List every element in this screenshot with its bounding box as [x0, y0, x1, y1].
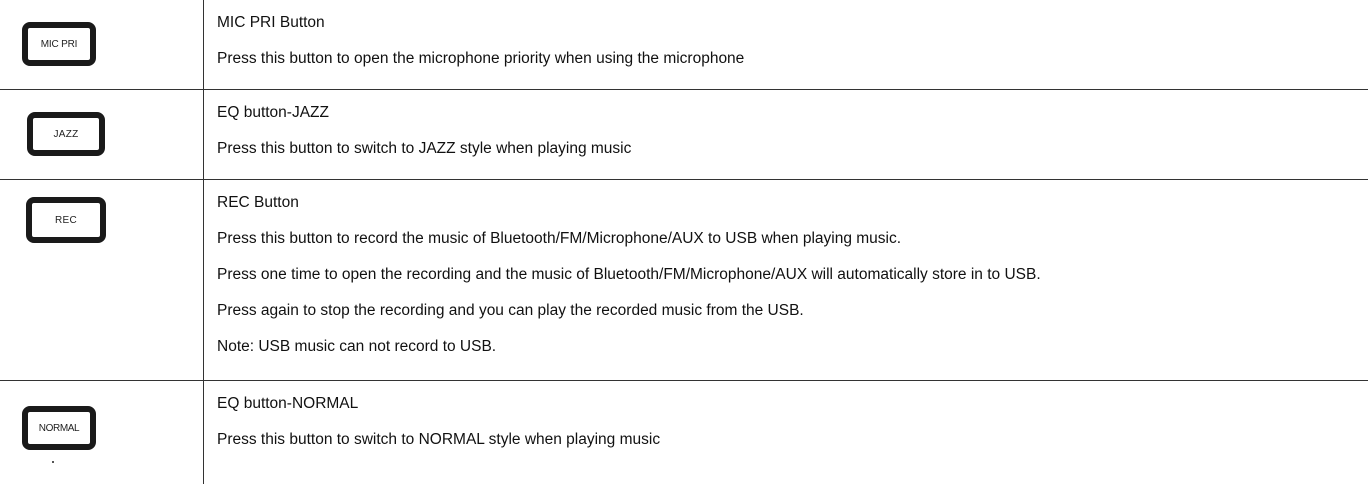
button-illustration-cell: MIC PRI: [0, 0, 204, 89]
mic-pri-button-icon-label: MIC PRI: [40, 38, 78, 50]
button-description-table: MIC PRI MIC PRI Button Press this button…: [0, 0, 1368, 484]
button-illustration-cell: NORMAL: [0, 381, 204, 484]
description-line: Press this button to open the microphone…: [217, 50, 745, 67]
description-line: Press again to stop the recording and yo…: [217, 302, 804, 319]
jazz-button-icon-label: JAZZ: [53, 128, 79, 140]
table-row-jazz: JAZZ EQ button-JAZZ Press this button to…: [0, 90, 1368, 180]
button-illustration-cell: REC: [0, 180, 204, 380]
stray-dot-mark: [52, 461, 54, 463]
description-cell: MIC PRI Button Press this button to open…: [204, 0, 1368, 89]
table-row-mic-pri: MIC PRI MIC PRI Button Press this button…: [0, 0, 1368, 90]
row-title: REC Button: [217, 194, 299, 211]
description-line: Press this button to record the music of…: [217, 230, 902, 247]
description-line: Press this button to switch to NORMAL st…: [217, 431, 661, 448]
mic-pri-button-icon: MIC PRI: [22, 22, 96, 66]
description-cell: EQ button-NORMAL Press this button to sw…: [204, 381, 1368, 484]
description-cell: EQ button-JAZZ Press this button to swit…: [204, 90, 1368, 179]
description-line: Press this button to switch to JAZZ styl…: [217, 140, 632, 157]
table-row-normal: NORMAL EQ button-NORMAL Press this butto…: [0, 381, 1368, 484]
table-row-rec: REC REC Button Press this button to reco…: [0, 180, 1368, 381]
description-line: Press one time to open the recording and…: [217, 266, 1041, 283]
normal-button-icon: NORMAL: [22, 406, 96, 450]
description-line: Note: USB music can not record to USB.: [217, 338, 497, 355]
jazz-button-icon: JAZZ: [27, 112, 105, 156]
row-title: EQ button-JAZZ: [217, 104, 329, 121]
description-cell: REC Button Press this button to record t…: [204, 180, 1368, 380]
rec-button-icon: REC: [26, 197, 106, 243]
button-illustration-cell: JAZZ: [0, 90, 204, 179]
row-title: EQ button-NORMAL: [217, 395, 359, 412]
row-title: MIC PRI Button: [217, 14, 325, 31]
normal-button-icon-label: NORMAL: [38, 422, 80, 434]
rec-button-icon-label: REC: [54, 214, 77, 226]
